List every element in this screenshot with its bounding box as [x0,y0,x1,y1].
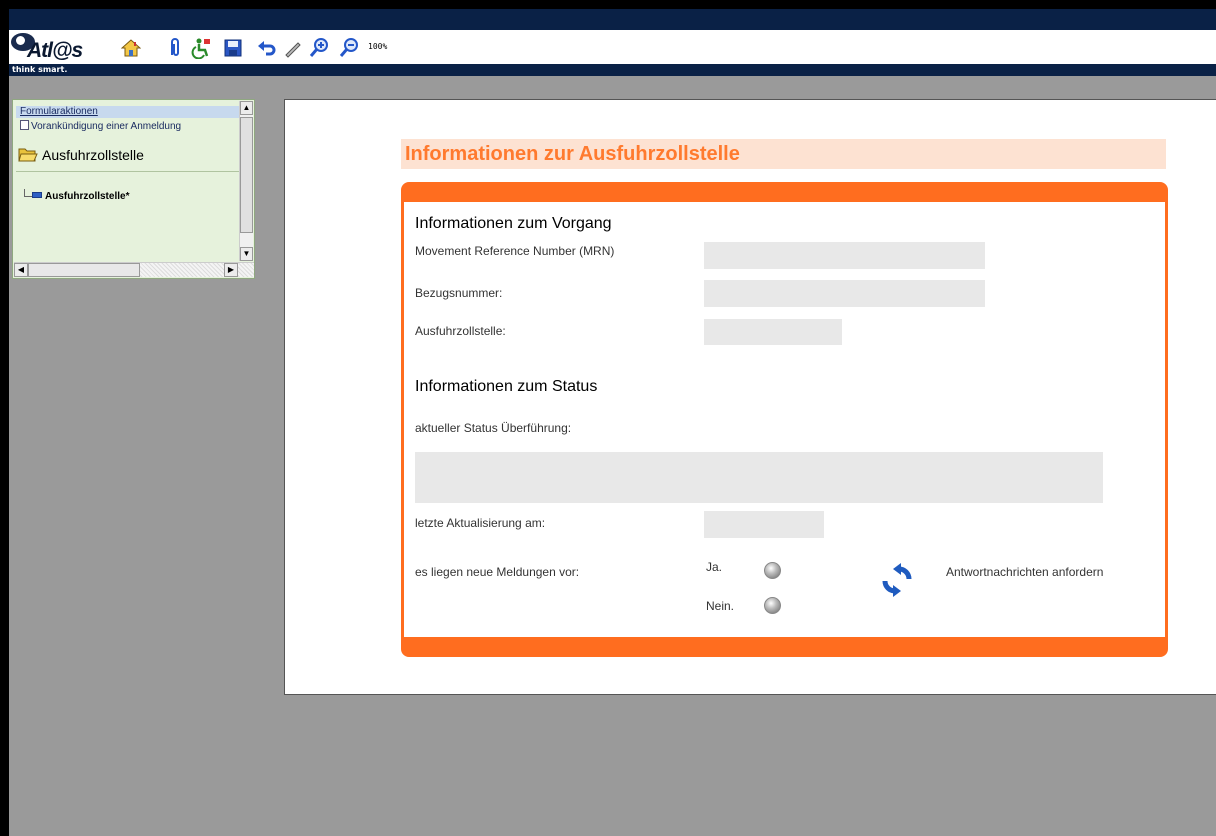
open-folder-icon [18,148,38,162]
edit-button[interactable] [282,37,304,59]
announcement-action-label: Vorankündigung einer Anmeldung [31,121,182,132]
bezugsnummer-label: Bezugsnummer: [415,286,503,300]
accessibility-icon [191,38,210,59]
scroll-left-arrow[interactable]: ◀ [14,263,28,277]
yes-label: Ja. [706,560,723,574]
section-heading-vorgang: Informationen zum Vorgang [415,215,612,232]
zoom-in-button[interactable] [308,37,330,59]
save-button[interactable] [222,37,244,59]
form-actions-panel: Formularaktionen Vorankündigung einer An… [12,99,255,279]
tree-connector [24,189,32,197]
form-node-icon [32,192,42,198]
zoom-level: 100% [368,42,388,51]
request-responses-label: Antwortnachrichten anfordern [946,565,1104,579]
request-responses-button[interactable] [879,561,917,599]
section-label: Ausfuhrzollstelle [42,147,144,163]
undo-icon [258,41,276,56]
window-frame-left [0,0,9,836]
home-button[interactable] [120,37,142,59]
ausfuhrzollstelle-label: Ausfuhrzollstelle: [415,324,506,338]
scroll-thumb[interactable] [240,117,253,233]
atlas-logo: Atl@s [11,33,93,62]
current-status-label: aktueller Status Überführung: [415,421,572,435]
zoom-out-button[interactable] [338,37,360,59]
panel-horizontal-scrollbar[interactable]: ◀ ▶ [14,262,254,277]
panel-content: Formularaktionen Vorankündigung einer An… [14,101,240,261]
scroll-thumb-horizontal[interactable] [28,263,140,277]
scroll-right-arrow[interactable]: ▶ [224,263,238,277]
mrn-field[interactable] [704,242,985,269]
ausfuhrzollstelle-field[interactable] [704,319,842,345]
section-ausfuhrzollstelle[interactable]: Ausfuhrzollstelle [18,145,144,163]
refresh-arrows-icon [882,563,912,597]
home-icon [121,39,141,57]
attachment-icon [171,38,179,56]
page-title: Informationen zur Ausfuhrzollstelle [401,139,1166,169]
tagline-bar: think smart. [9,64,1216,76]
yes-radio[interactable] [764,562,781,579]
scroll-down-arrow[interactable]: ▼ [240,247,253,261]
panel-divider [16,171,240,172]
pen-icon [285,42,301,58]
no-label: Nein. [706,599,735,613]
announcement-action[interactable]: Vorankündigung einer Anmeldung [20,120,181,133]
undo-button[interactable] [256,37,278,59]
window-frame-top [0,0,1216,9]
mrn-label: Movement Reference Number (MRN) [415,244,615,258]
accessibility-button[interactable] [190,37,212,59]
last-update-field[interactable] [704,511,824,538]
tree-node-ausfuhrzollstelle[interactable]: Ausfuhrzollstelle* [24,189,129,202]
no-radio[interactable] [764,597,781,614]
top-bar [9,9,1216,30]
attachment-button[interactable] [164,37,186,59]
scroll-up-arrow[interactable]: ▲ [240,101,253,115]
document-icon [20,120,29,130]
bezugsnummer-field[interactable] [704,280,985,307]
form-actions-header[interactable]: Formularaktionen [16,106,240,118]
new-messages-label: es liegen neue Meldungen vor: [415,565,580,579]
save-icon [224,39,242,57]
logo-text: Atl@s [27,39,83,62]
zoom-in-icon [309,38,328,57]
zoom-out-icon [339,38,358,57]
tree-node-label: Ausfuhrzollstelle* [45,191,130,202]
current-status-field[interactable] [415,452,1103,503]
last-update-label: letzte Aktualisierung am: [415,516,546,530]
tagline: think smart. [12,65,68,74]
section-heading-status: Informationen zum Status [415,378,598,395]
panel-vertical-scrollbar[interactable]: ▲ ▼ [239,101,253,261]
